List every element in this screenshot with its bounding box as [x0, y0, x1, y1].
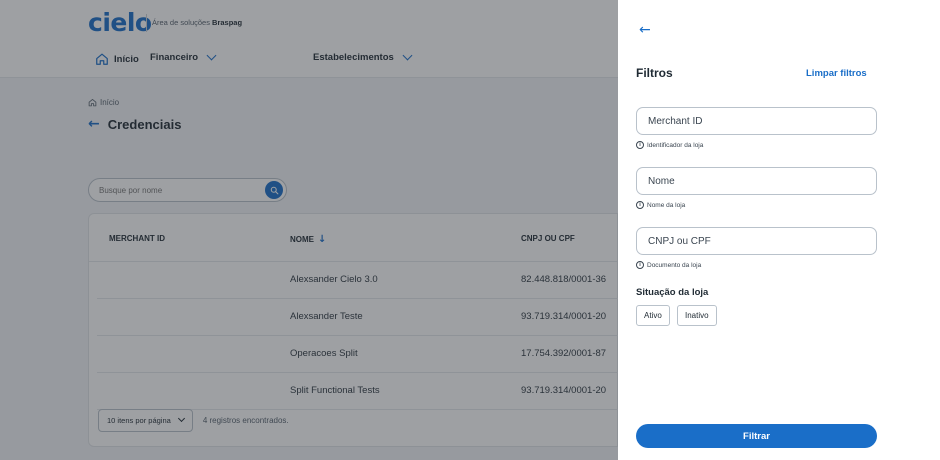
- filters-drawer: ← Filtros Limpar filtros i Identificador…: [618, 0, 940, 460]
- cnpj-input[interactable]: [648, 228, 868, 254]
- nome-hint: i Nome da loja: [636, 201, 685, 209]
- status-label: Situação da loja: [636, 287, 709, 298]
- nome-field: [636, 167, 877, 195]
- nome-input[interactable]: [648, 168, 868, 194]
- merchant-id-hint: i Identificador da loja: [636, 141, 703, 149]
- clear-filters-link[interactable]: Limpar filtros: [806, 68, 867, 79]
- info-icon: i: [636, 201, 644, 209]
- cnpj-hint: i Documento da loja: [636, 261, 701, 269]
- cnpj-hint-text: Documento da loja: [647, 261, 702, 269]
- nome-hint-text: Nome da loja: [647, 201, 686, 209]
- info-icon: i: [636, 261, 644, 269]
- cnpj-field: [636, 227, 877, 255]
- merchant-id-input[interactable]: [648, 108, 868, 134]
- info-icon: i: [636, 141, 644, 149]
- merchant-id-field: [636, 107, 877, 135]
- filter-button[interactable]: Filtrar: [636, 424, 877, 448]
- merchant-id-hint-text: Identificador da loja: [647, 141, 704, 149]
- modal-overlay[interactable]: [0, 0, 618, 460]
- status-inativo-button[interactable]: Inativo: [677, 305, 717, 326]
- arrow-left-icon[interactable]: ←: [639, 22, 651, 38]
- status-ativo-button[interactable]: Ativo: [636, 305, 670, 326]
- drawer-title: Filtros: [636, 66, 673, 80]
